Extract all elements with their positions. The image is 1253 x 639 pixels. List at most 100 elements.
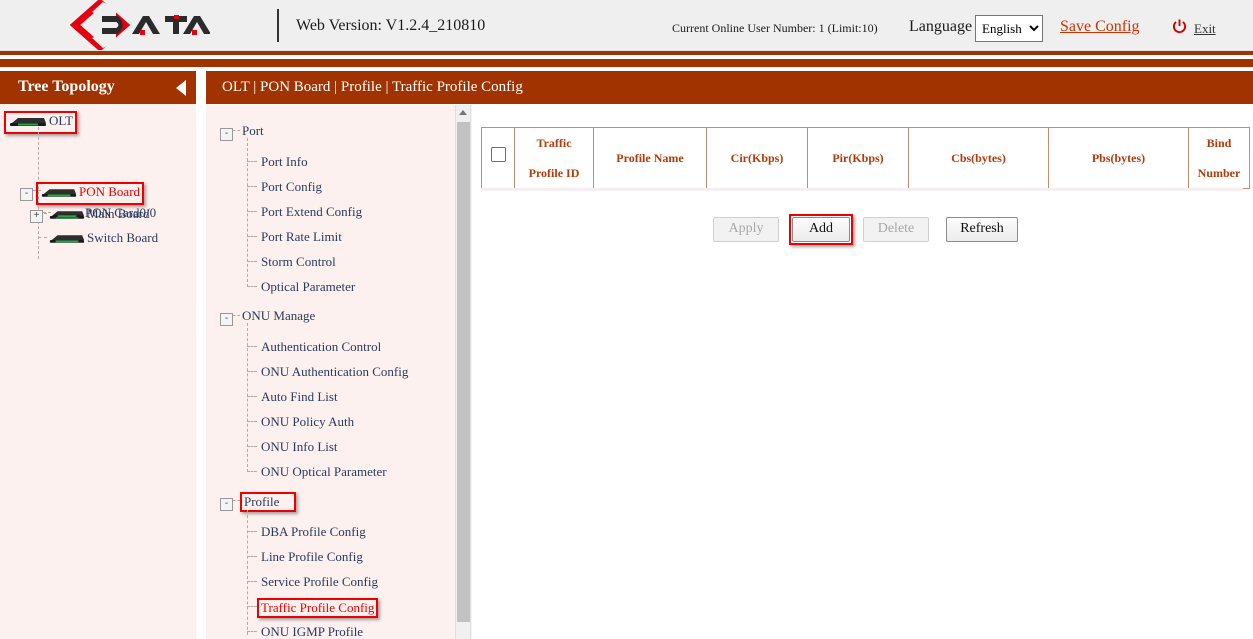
device-icon bbox=[48, 233, 86, 249]
menu-item-label: Service Profile Config bbox=[261, 574, 378, 589]
table-header-bind-number: Bind Number bbox=[1189, 128, 1250, 189]
tree-node-label: PON Card0/0 bbox=[85, 205, 156, 220]
menu-item-label: Auto Find List bbox=[261, 389, 338, 404]
power-icon[interactable] bbox=[1172, 19, 1187, 34]
menu-item-label: Optical Parameter bbox=[261, 279, 355, 294]
cdata-logo bbox=[70, 0, 210, 50]
main-content: Traffic Profile ID Profile Name Cir(Kbps… bbox=[472, 105, 1253, 639]
menu-item-port-info[interactable]: Port Info bbox=[261, 154, 308, 170]
header-line-1: Bind bbox=[1191, 128, 1247, 158]
table-header-spacer bbox=[1250, 128, 1253, 189]
menu-item-service-profile-config[interactable]: Service Profile Config bbox=[261, 574, 378, 590]
menu-panel: - Port Port Info Port Config Port Extend… bbox=[206, 105, 472, 639]
menu-item-label: ONU Policy Auth bbox=[261, 414, 354, 429]
scrollbar-thumb[interactable] bbox=[457, 122, 470, 622]
menu-item-port-rate-limit[interactable]: Port Rate Limit bbox=[261, 229, 342, 245]
menu-expander-profile[interactable]: - bbox=[220, 494, 233, 512]
menu-item-onu-igmp-profile[interactable]: ONU IGMP Profile bbox=[261, 624, 363, 639]
menu-branch-line bbox=[233, 500, 240, 501]
scroll-up-icon[interactable] bbox=[456, 105, 471, 120]
menu-branch-line bbox=[233, 130, 240, 131]
table-header-traffic-profile-id: Traffic Profile ID bbox=[515, 128, 594, 189]
menu-item-port-config[interactable]: Port Config bbox=[261, 179, 322, 195]
menu-trunk-line bbox=[247, 510, 248, 635]
menu-item-onu-info-list[interactable]: ONU Info List bbox=[261, 439, 338, 455]
exit-link[interactable]: Exit bbox=[1194, 21, 1216, 37]
tree-node-pon-board[interactable]: PON Board bbox=[36, 182, 144, 205]
table-underline bbox=[481, 188, 1243, 191]
tree-node-olt[interactable]: OLT bbox=[4, 111, 77, 134]
menu-branch-line bbox=[247, 446, 257, 447]
menu-item-label: ONU IGMP Profile bbox=[261, 624, 363, 639]
menu-group-profile[interactable]: Profile bbox=[240, 492, 296, 512]
device-icon bbox=[50, 208, 84, 224]
tree-expander-pon-board[interactable]: - bbox=[20, 184, 33, 202]
menu-item-line-profile-config[interactable]: Line Profile Config bbox=[261, 549, 363, 565]
menu-item-port-extend-config[interactable]: Port Extend Config bbox=[261, 204, 362, 220]
traffic-profile-table-wrap: Traffic Profile ID Profile Name Cir(Kbps… bbox=[481, 127, 1243, 189]
tree-node-label: PON Board bbox=[79, 184, 140, 199]
device-icon bbox=[40, 187, 78, 203]
menu-item-traffic-profile-config[interactable]: Traffic Profile Config bbox=[257, 598, 378, 618]
menu-expander-port[interactable]: - bbox=[220, 124, 233, 142]
save-config-link[interactable]: Save Config bbox=[1060, 18, 1140, 36]
delete-button[interactable]: Delete bbox=[863, 217, 929, 242]
menu-group-onu-manage[interactable]: ONU Manage bbox=[242, 308, 315, 324]
tree-expander-pon-card[interactable]: + bbox=[30, 206, 43, 224]
menu-item-label: Port Info bbox=[261, 154, 308, 169]
expander-glyph: - bbox=[20, 188, 33, 201]
device-icon bbox=[8, 116, 48, 132]
web-version-label: Web Version: V1.2.4_210810 bbox=[296, 17, 485, 35]
menu-item-label: Port Extend Config bbox=[261, 204, 362, 219]
menu-expander-onu-manage[interactable]: - bbox=[220, 309, 233, 327]
menu-group-label: Port bbox=[242, 123, 264, 138]
menu-group-port[interactable]: Port bbox=[242, 123, 264, 139]
select-all-checkbox[interactable] bbox=[491, 147, 506, 162]
menu-item-optical-parameter[interactable]: Optical Parameter bbox=[261, 279, 355, 295]
menu-item-label: DBA Profile Config bbox=[261, 524, 366, 539]
collapse-sidebar-icon[interactable] bbox=[176, 80, 186, 96]
menu-branch-line bbox=[247, 261, 257, 262]
sidebar-title: Tree Topology bbox=[18, 78, 115, 96]
refresh-button[interactable]: Refresh bbox=[946, 217, 1018, 242]
table-header-cir: Cir(Kbps) bbox=[707, 128, 808, 189]
table-header-cbs: Cbs(bytes) bbox=[909, 128, 1049, 189]
app-header: Web Version: V1.2.4_210810 Current Onlin… bbox=[0, 0, 1253, 51]
menu-item-label: Authentication Control bbox=[261, 339, 381, 354]
table-header-row: Traffic Profile ID Profile Name Cir(Kbps… bbox=[482, 128, 1253, 189]
menu-item-label: Line Profile Config bbox=[261, 549, 363, 564]
tree-node-switch-board[interactable]: Switch Board bbox=[48, 230, 158, 249]
menu-item-label: Storm Control bbox=[261, 254, 336, 269]
menu-item-authentication-control[interactable]: Authentication Control bbox=[261, 339, 381, 355]
menu-item-dba-profile-config[interactable]: DBA Profile Config bbox=[261, 524, 366, 540]
tree-node-label: OLT bbox=[49, 113, 73, 128]
tree-node-pon-card[interactable]: PON Card0/0 bbox=[50, 205, 156, 224]
menu-branch-line bbox=[247, 631, 257, 632]
menu-branch-line bbox=[247, 371, 257, 372]
menu-item-onu-optical-parameter[interactable]: ONU Optical Parameter bbox=[261, 464, 387, 480]
sidebar-header: Tree Topology bbox=[0, 71, 196, 104]
menu-scrollbar[interactable] bbox=[455, 105, 471, 639]
menu-item-label: Port Config bbox=[261, 179, 322, 194]
tree-node-label: Switch Board bbox=[87, 230, 158, 245]
menu-branch-line bbox=[247, 581, 257, 582]
language-select[interactable]: English bbox=[975, 15, 1043, 42]
language-label: Language bbox=[909, 18, 972, 36]
menu-item-label: ONU Optical Parameter bbox=[261, 464, 387, 479]
menu-item-onu-policy-auth[interactable]: ONU Policy Auth bbox=[261, 414, 354, 430]
add-button[interactable]: Add bbox=[792, 217, 850, 242]
menu-branch-line bbox=[247, 471, 257, 472]
menu-item-onu-authentication-config[interactable]: ONU Authentication Config bbox=[261, 364, 408, 380]
apply-button[interactable]: Apply bbox=[713, 217, 779, 242]
accent-bar-bottom bbox=[0, 59, 1253, 67]
expander-glyph: - bbox=[220, 313, 233, 326]
menu-branch-line bbox=[247, 286, 257, 287]
menu-item-auto-find-list[interactable]: Auto Find List bbox=[261, 389, 338, 405]
menu-branch-line bbox=[247, 606, 257, 607]
menu-branch-line bbox=[247, 421, 257, 422]
table-header-pir: Pir(Kbps) bbox=[808, 128, 909, 189]
menu-item-storm-control[interactable]: Storm Control bbox=[261, 254, 336, 270]
table-header-profile-name: Profile Name bbox=[594, 128, 707, 189]
menu-item-label: Port Rate Limit bbox=[261, 229, 342, 244]
menu-item-label: ONU Authentication Config bbox=[261, 364, 408, 379]
